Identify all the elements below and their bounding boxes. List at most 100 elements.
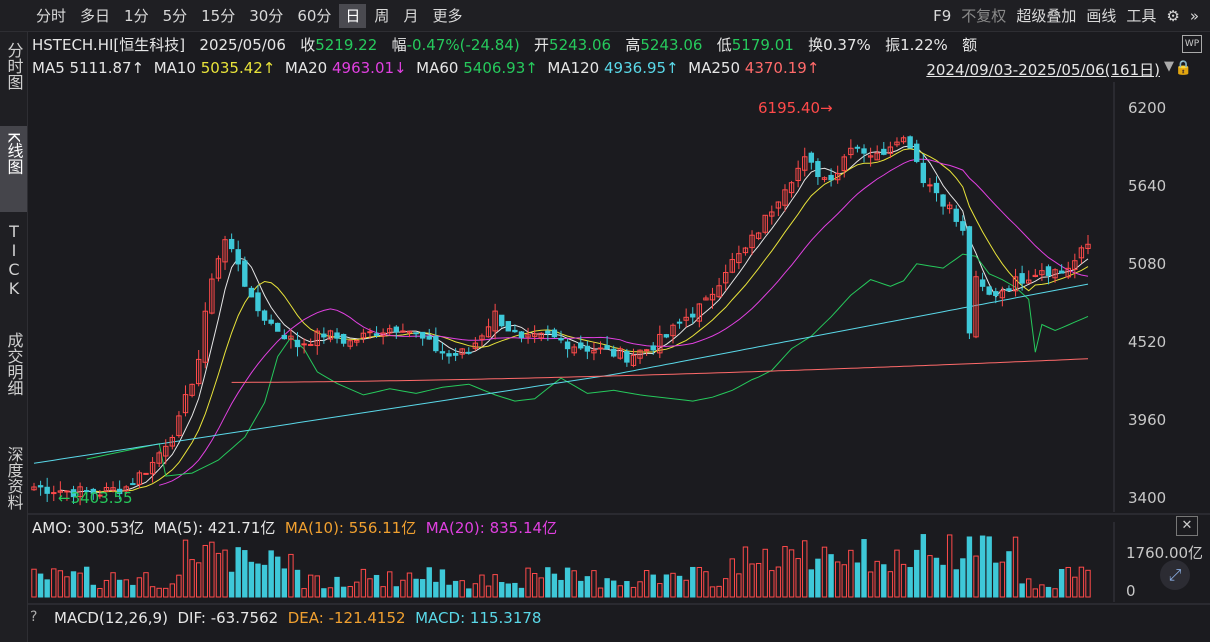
ma10-line (93, 148, 1089, 493)
sidebar-label-trades: 成交明细 (4, 332, 24, 396)
volume-bar (736, 573, 742, 598)
double-chevron-right-icon[interactable]: » (1185, 4, 1204, 28)
volume-bar (611, 580, 617, 598)
candle-body (1058, 270, 1065, 274)
low-label: 低 (716, 36, 732, 54)
volume-bar (867, 571, 874, 598)
volume-bar (1019, 583, 1025, 598)
volume-bar (235, 547, 241, 598)
help-icon[interactable]: ? (30, 609, 46, 627)
tools-button[interactable]: 工具 (1121, 4, 1161, 28)
tab-1min[interactable]: 1分 (118, 4, 155, 28)
volume-bar (643, 570, 650, 598)
amo-value: AMO: 300.53亿 (32, 519, 145, 537)
sidebar-tab-timeshare[interactable]: 分时图 (0, 40, 27, 114)
amo-ma20: MA(20): 835.14亿 (425, 519, 558, 537)
volume-bar (123, 579, 129, 598)
candle-body (452, 353, 459, 356)
volume-bar (103, 579, 110, 598)
tab-multiday[interactable]: 多日 (74, 4, 116, 28)
candle-body (301, 343, 307, 346)
ma120-line (33, 283, 1089, 464)
volume-bar (564, 567, 571, 598)
gear-icon[interactable]: ⚙ (1161, 4, 1184, 28)
dropdown-triangle-icon[interactable]: ▼ (1164, 59, 1174, 74)
tab-day[interactable]: 日 (339, 4, 367, 28)
candle-body (1045, 266, 1052, 276)
f9-button[interactable]: F9 (928, 4, 956, 28)
candle-body (940, 194, 946, 207)
volume-bar (136, 577, 143, 598)
amo-legend: AMO: 300.53亿 MA(5): 421.71亿 MA(10): 556.… (32, 517, 557, 538)
volume-bar (841, 564, 847, 598)
volume-bar (1052, 588, 1058, 598)
candle-body (130, 483, 136, 486)
volume-bar (189, 559, 195, 598)
tab-15min[interactable]: 15分 (195, 4, 241, 28)
volume-bar (907, 567, 913, 598)
volume-bar (986, 536, 992, 598)
ma5-value: 5111.87↑ (69, 59, 145, 77)
volume-bar (920, 534, 927, 598)
volume-bar (531, 573, 538, 598)
tab-60min[interactable]: 60分 (291, 4, 337, 28)
volume-bar (57, 570, 64, 598)
candle-body (321, 333, 327, 338)
y-tick-label: 5640 (1128, 177, 1166, 195)
lock-icon[interactable]: 🔒 (1175, 60, 1192, 76)
tab-week[interactable]: 周 (368, 4, 395, 28)
sidebar-tab-kline[interactable]: K线图 (0, 126, 27, 212)
volume-bar (116, 579, 123, 598)
tab-timeshare[interactable]: 分时 (30, 4, 72, 28)
candle-body (676, 321, 683, 324)
sidebar-tab-tick[interactable]: TICK (0, 222, 27, 312)
volume-bar (446, 584, 452, 598)
candle-body (933, 182, 940, 194)
volume-bar (209, 541, 215, 598)
volume-bar (275, 556, 281, 598)
tab-30min[interactable]: 30分 (243, 4, 289, 28)
sidebar-tab-trades[interactable]: 成交明细 (0, 332, 27, 432)
volume-bar (202, 544, 208, 598)
volume-bar (485, 585, 492, 598)
expand-icon[interactable]: ⤢ (1160, 560, 1190, 590)
candle-body (979, 279, 986, 287)
turnover-label: 换 (808, 36, 824, 54)
volume-bar (703, 571, 709, 598)
tab-more[interactable]: 更多 (426, 4, 468, 28)
tab-month[interactable]: 月 (397, 4, 424, 28)
volume-bar (215, 552, 222, 598)
volume-bar (538, 577, 544, 598)
draw-line-button[interactable]: 画线 (1081, 4, 1121, 28)
sidebar: 分时图 K线图 TICK 成交明细 深度资料 (0, 32, 28, 642)
change-value: -0.47%(-24.84) (406, 36, 520, 54)
sidebar-tab-depth[interactable]: 深度资料 (0, 446, 27, 546)
volume-bar (795, 558, 801, 598)
no-adjust-button[interactable]: 不复权 (956, 4, 1011, 28)
symbol-name: HSTECH.HI[恒生科技] (32, 36, 186, 54)
volume-bar (380, 586, 386, 598)
candle-body (960, 221, 966, 231)
y-tick-label: 6200 (1128, 99, 1166, 117)
kline-chart[interactable]: 6200 5640 5080 4520 3960 3400 1760.00亿 0 6195.4… (28, 82, 1210, 642)
period-tabs: 分时 多日 1分 5分 15分 30分 60分 日 周 月 更多 (30, 4, 470, 28)
min-price-annotation: ←3403.55 (58, 489, 133, 507)
date-range[interactable]: 2024/09/03-2025/05/06(161日) (926, 59, 1160, 80)
candle-body (650, 345, 656, 351)
volume-bar (222, 549, 228, 598)
volume-bar (512, 582, 518, 598)
wp-icon[interactable]: WP (1182, 35, 1202, 53)
volume-bar (77, 572, 83, 598)
volume-bar (195, 562, 202, 598)
y-tick-label: 4520 (1128, 333, 1166, 351)
ma5-name: MA5 (32, 59, 65, 77)
candle-body (986, 286, 992, 295)
candle-body (828, 174, 834, 181)
tab-5min[interactable]: 5分 (157, 4, 194, 28)
volume-bar (782, 546, 788, 598)
close-pane-button[interactable]: ✕ (1176, 516, 1198, 536)
super-overlay-button[interactable]: 超级叠加 (1011, 4, 1081, 28)
volume-bar (722, 578, 729, 598)
candle-body (143, 472, 149, 475)
candle-body (597, 347, 604, 350)
